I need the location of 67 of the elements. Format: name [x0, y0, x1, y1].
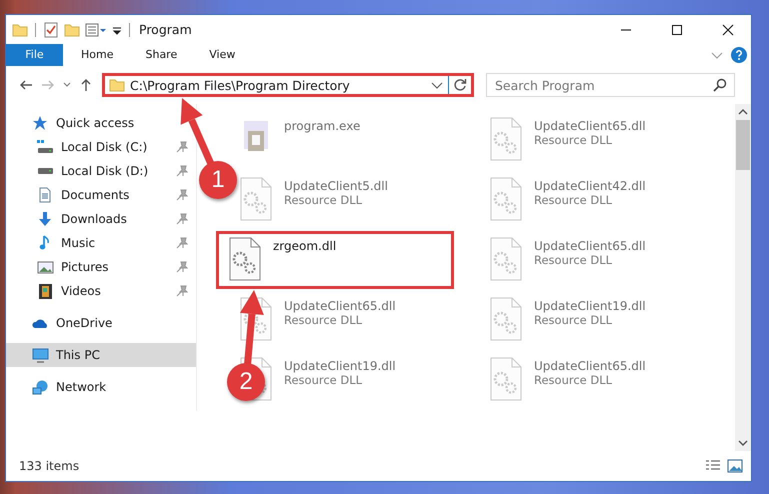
film-strip-icon: [37, 283, 54, 299]
scroll-up-icon[interactable]: [738, 108, 748, 116]
network-icon: [32, 379, 49, 395]
file-type: Resource DLL: [284, 193, 364, 207]
search-icon: [713, 78, 727, 92]
refresh-icon[interactable]: [453, 78, 467, 92]
file-name[interactable]: UpdateClient65.dll: [534, 359, 646, 373]
sidebar-item[interactable]: Music: [6, 231, 196, 255]
file-type: Resource DLL: [534, 313, 614, 327]
properties-icon[interactable]: [43, 22, 59, 38]
file-name[interactable]: zrgeom.dll: [273, 239, 336, 253]
sidebar-item[interactable]: Downloads: [6, 207, 196, 231]
file-type: Resource DLL: [534, 133, 614, 147]
sidebar-item[interactable]: Local Disk (C:): [6, 135, 196, 159]
disk-drive-icon: [37, 139, 54, 155]
address-bar[interactable]: C:\Program Files\Program Directory: [102, 73, 474, 97]
close-icon[interactable]: [722, 24, 734, 36]
scroll-thumb[interactable]: [736, 120, 750, 170]
file-type: Resource DLL: [534, 193, 614, 207]
file-name[interactable]: UpdateClient65.dll: [284, 299, 396, 313]
search-field[interactable]: Search Program: [486, 73, 735, 97]
ribbon-tab[interactable]: View: [195, 44, 250, 66]
download-arrow-icon: [37, 211, 54, 227]
dll-file-icon: [488, 357, 524, 401]
file-type: Resource DLL: [534, 373, 614, 387]
sidebar-item[interactable]: Local Disk (D:): [6, 159, 196, 183]
file-name[interactable]: UpdateClient19.dll: [534, 299, 646, 313]
picture-icon: [37, 259, 54, 275]
sidebar-item[interactable]: OneDrive: [6, 311, 120, 335]
sidebar-item[interactable]: Pictures: [6, 255, 196, 279]
sidebar-item[interactable]: Documents: [6, 183, 196, 207]
dll-file-icon: [488, 177, 524, 221]
folder-icon: [109, 77, 125, 93]
dll-file-icon: [488, 297, 524, 341]
item-count: 133 items: [19, 459, 80, 473]
ribbon-tab[interactable]: Share: [131, 44, 192, 66]
view-options-icon[interactable]: [85, 22, 107, 38]
file-type: Resource DLL: [284, 313, 364, 327]
scroll-down-icon[interactable]: [738, 439, 748, 447]
file-name[interactable]: UpdateClient42.dll: [534, 179, 646, 193]
file-name[interactable]: UpdateClient65.dll: [534, 119, 646, 133]
sidebar-item[interactable]: Quick access: [6, 111, 142, 135]
window-title: Program: [139, 22, 192, 37]
dll-file-icon: [238, 177, 274, 221]
ribbon-tab[interactable]: File: [6, 44, 63, 66]
file-name[interactable]: UpdateClient5.dll: [284, 179, 388, 193]
file-name[interactable]: UpdateClient19.dll: [284, 359, 396, 373]
file-item[interactable]: zrgeom.dll: [216, 231, 454, 289]
dll-file-icon: [488, 117, 524, 161]
monitor-icon: [32, 347, 49, 363]
sidebar-item[interactable]: Network: [6, 375, 114, 399]
dll-file-icon: [227, 237, 263, 281]
ribbon-tab[interactable]: Home: [67, 44, 128, 66]
file-name[interactable]: program.exe: [284, 119, 360, 133]
large-icons-view-icon[interactable]: [727, 459, 743, 473]
disk-drive-icon: [37, 168, 54, 174]
sidebar-item[interactable]: This PC: [6, 343, 196, 367]
file-name[interactable]: UpdateClient65.dll: [534, 239, 646, 253]
file-type: Resource DLL: [534, 253, 614, 267]
help-icon[interactable]: [731, 47, 747, 63]
file-type: Resource DLL: [284, 373, 364, 387]
address-path: C:\Program Files\Program Directory: [130, 78, 350, 92]
sidebar-item[interactable]: Videos: [6, 279, 196, 303]
dll-file-icon: [488, 237, 524, 281]
star-icon: [32, 115, 49, 131]
maximize-icon[interactable]: [671, 24, 683, 36]
scrollbar[interactable]: [735, 104, 751, 451]
